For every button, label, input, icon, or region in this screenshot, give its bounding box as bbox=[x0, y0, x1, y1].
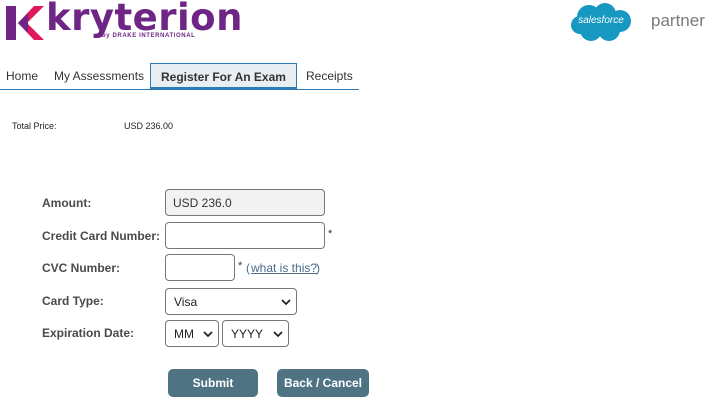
tab-receipts[interactable]: Receipts bbox=[306, 63, 353, 89]
cvc-help-close-paren: ) bbox=[316, 261, 320, 275]
chevron-down-icon bbox=[273, 331, 283, 338]
card-type-select[interactable]: Visa bbox=[165, 288, 297, 315]
expiration-month-selected-value: MM bbox=[174, 327, 194, 341]
expiration-year-select[interactable]: YYYY bbox=[222, 320, 289, 347]
amount-label: Amount: bbox=[42, 196, 92, 210]
amount-field[interactable] bbox=[165, 189, 325, 216]
page-header: kryterion by DRAKE INTERNATIONAL salesfo… bbox=[0, 0, 715, 62]
total-price-label: Total Price: bbox=[12, 121, 57, 131]
submit-button[interactable]: Submit bbox=[168, 369, 258, 397]
chevron-down-icon bbox=[203, 331, 213, 338]
back-cancel-button[interactable]: Back / Cancel bbox=[277, 369, 369, 397]
expiration-month-select[interactable]: MM bbox=[165, 320, 219, 347]
tab-home[interactable]: Home bbox=[6, 63, 38, 89]
salesforce-logo-text: salesforce bbox=[578, 15, 624, 26]
chevron-down-icon bbox=[281, 299, 291, 306]
expiration-date-label: Expiration Date: bbox=[42, 326, 135, 340]
tab-register-for-an-exam[interactable]: Register For An Exam bbox=[150, 63, 297, 89]
tab-my-assessments[interactable]: My Assessments bbox=[54, 63, 144, 89]
cvc-help-open-paren: ( bbox=[246, 261, 250, 275]
cvc-number-label: CVC Number: bbox=[42, 261, 121, 275]
partner-label: partner bbox=[651, 11, 705, 30]
credit-card-number-field[interactable] bbox=[165, 222, 325, 249]
logo-subtext: by DRAKE INTERNATIONAL bbox=[102, 33, 196, 39]
kryterion-logo[interactable]: kryterion by DRAKE INTERNATIONAL bbox=[4, 0, 242, 44]
credit-card-number-label: Credit Card Number: bbox=[42, 229, 161, 243]
card-type-selected-value: Visa bbox=[174, 295, 198, 309]
main-nav-tabs: Home My Assessments Register For An Exam… bbox=[0, 63, 359, 90]
what-is-this-link[interactable]: what is this? bbox=[251, 261, 317, 275]
card-type-label: Card Type: bbox=[42, 294, 104, 308]
kryterion-logo-mark-icon bbox=[6, 6, 44, 40]
credit-card-required-mark: * bbox=[328, 228, 333, 240]
expiration-year-selected-value: YYYY bbox=[231, 327, 264, 341]
total-price-value: USD 236.00 bbox=[124, 121, 174, 131]
cvc-number-field[interactable] bbox=[165, 254, 235, 281]
cvc-required-mark: * bbox=[238, 260, 243, 272]
